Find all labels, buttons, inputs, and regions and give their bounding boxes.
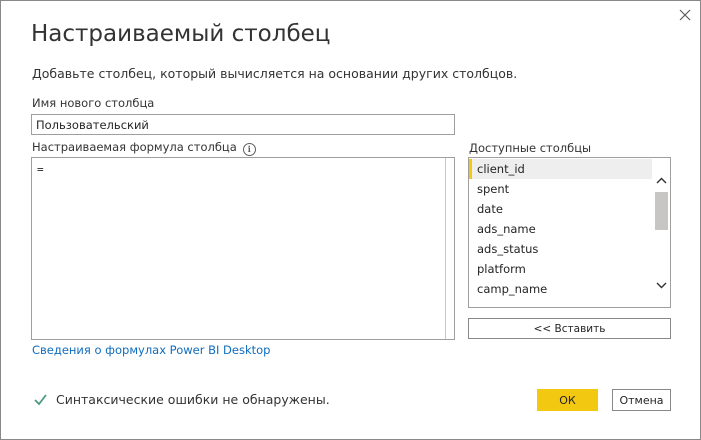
column-item-camp_name[interactable]: camp_name	[469, 279, 652, 299]
ok-button[interactable]: ОК	[537, 389, 598, 411]
chevron-up-icon	[656, 177, 667, 184]
close-button[interactable]	[677, 7, 693, 23]
formula-scroll-divider	[445, 158, 446, 339]
column-item-ads_name[interactable]: ads_name	[469, 219, 652, 239]
available-columns-list[interactable]: client_id spent date ads_name ads_status plat…	[468, 157, 671, 308]
chevron-down-icon	[656, 282, 667, 289]
insert-button[interactable]: << Вставить	[468, 318, 671, 339]
dialog-subtitle: Добавьте столбец, который вычисляется на…	[32, 66, 518, 81]
columns-scrollbar[interactable]	[653, 158, 670, 307]
close-icon	[679, 9, 691, 21]
formula-label-row: Настраиваемая формула столбца i	[32, 140, 256, 156]
dialog-title: Настраиваемый столбец	[31, 21, 331, 47]
info-icon[interactable]: i	[242, 143, 256, 156]
available-columns-items: client_id spent date ads_name ads_status plat…	[469, 159, 652, 307]
syntax-status-text: Синтаксические ошибки не обнаружены.	[56, 392, 330, 407]
custom-column-dialog: Настраиваемый столбец Добавьте столбец, …	[0, 0, 701, 440]
cancel-button[interactable]: Отмена	[612, 389, 671, 411]
formula-help-link[interactable]: Сведения о формулах Power BI Desktop	[32, 343, 270, 357]
formula-label: Настраиваемая формула столбца	[32, 140, 237, 154]
scroll-down-button[interactable]	[654, 278, 669, 293]
formula-text: =	[37, 163, 44, 176]
column-item-spent[interactable]: spent	[469, 179, 652, 199]
new-column-name-label: Имя нового столбца	[32, 96, 155, 110]
column-item-client_id[interactable]: client_id	[469, 159, 652, 179]
scroll-thumb[interactable]	[655, 192, 668, 230]
scroll-up-button[interactable]	[654, 173, 669, 188]
checkmark-icon	[34, 394, 47, 406]
formula-editor[interactable]: =	[31, 157, 455, 340]
new-column-name-input[interactable]	[31, 114, 455, 135]
syntax-status: Синтаксические ошибки не обнаружены.	[33, 391, 330, 407]
column-item-partial[interactable]	[469, 299, 652, 307]
available-columns-label: Доступные столбцы	[469, 141, 592, 155]
column-item-date[interactable]: date	[469, 199, 652, 219]
column-item-ads_status[interactable]: ads_status	[469, 239, 652, 259]
column-item-platform[interactable]: platform	[469, 259, 652, 279]
